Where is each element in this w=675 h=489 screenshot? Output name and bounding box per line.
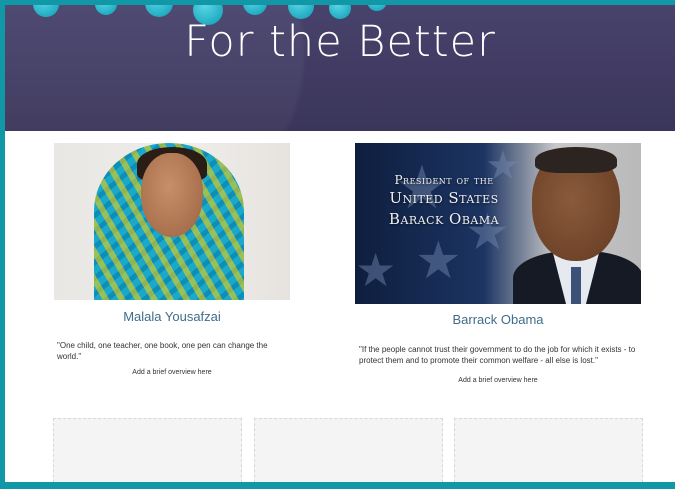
obama-quote: "If the people cannot trust their govern… <box>359 345 636 365</box>
header-banner: For the Better <box>5 5 675 131</box>
obama-name-link[interactable]: Barrack Obama <box>355 312 641 327</box>
obama-photo: ★ ★ ★ ★ ★ President of the United States… <box>355 143 641 304</box>
placeholder-card-1[interactable] <box>53 418 242 484</box>
page-title: For the Better <box>184 17 496 67</box>
placeholder-card-3[interactable] <box>454 418 643 484</box>
malala-quote: "One child, one teacher, one book, one p… <box>57 341 268 361</box>
malala-overview: Add a brief overview here <box>132 369 212 376</box>
malala-photo <box>54 143 290 300</box>
obama-overview: Add a brief overview here <box>458 377 538 384</box>
placeholder-card-2[interactable] <box>254 418 443 484</box>
obama-photo-caption: President of the United States Barack Ob… <box>388 173 500 228</box>
page-frame: For the Better Malala Yousafzai "One chi… <box>0 0 675 489</box>
malala-name-link[interactable]: Malala Yousafzai <box>54 309 290 324</box>
